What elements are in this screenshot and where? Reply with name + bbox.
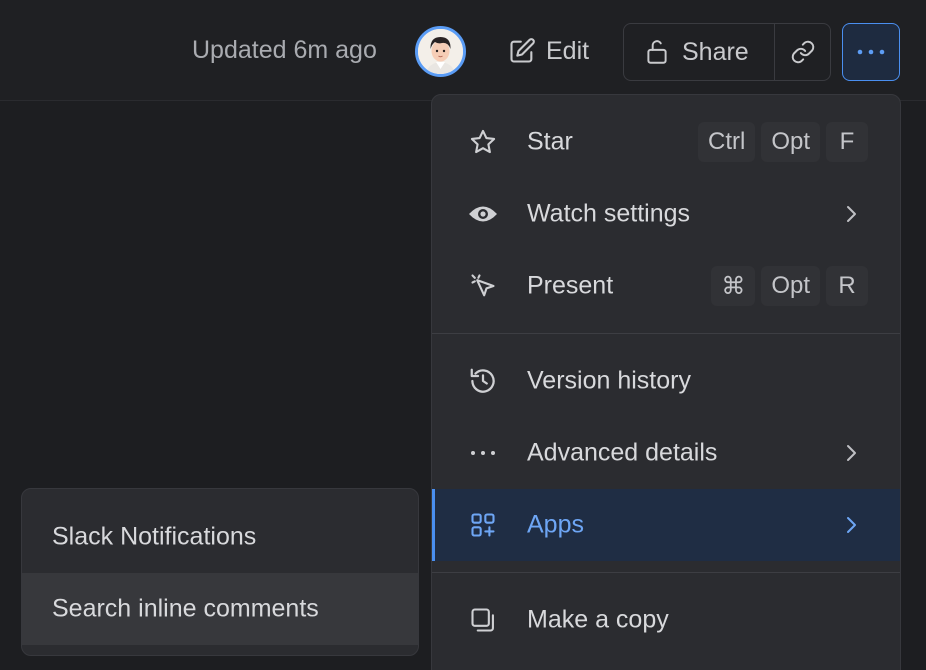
apps-submenu: Slack Notifications Search inline commen… [21,488,419,656]
page: Updated 6m ago Edit Share Star Ctrl Opt … [0,0,926,670]
shortcut-key: Opt [761,266,820,306]
shortcut-key: F [826,122,868,162]
chevron-right-icon [847,517,856,533]
menu-divider [432,333,900,334]
chevron-right-icon [847,206,856,222]
menu-item-advanced-details[interactable]: Advanced details [432,417,900,489]
menu-item-label: Present [527,271,614,300]
apps-icon [468,510,498,540]
share-label: Share [682,37,749,66]
menu-item-label: Advanced details [527,438,718,467]
menu-item-star[interactable]: Star Ctrl Opt F [432,106,900,178]
share-button[interactable]: Share [624,24,775,80]
star-icon [468,127,498,157]
submenu-item-label: Search inline comments [52,594,319,623]
menu-item-label: Star [527,127,573,156]
menu-item-present[interactable]: Present ⌘ Opt R [432,250,900,322]
shortcut-keys: Ctrl Opt F [697,122,868,162]
link-icon [791,40,814,64]
menu-item-make-a-copy[interactable]: Make a copy [432,584,900,656]
menu-item-label: Watch settings [527,199,691,228]
edit-button[interactable]: Edit [500,28,597,74]
menu-item-watch-settings[interactable]: Watch settings [432,178,900,250]
top-bar: Updated 6m ago Edit Share [0,0,926,101]
shortcut-key: Ctrl [697,122,756,162]
history-icon [468,366,498,396]
copy-link-button[interactable] [775,24,830,80]
menu-item-apps[interactable]: Apps [432,489,900,561]
menu-item-label: Version history [527,366,691,395]
updated-timestamp: Updated 6m ago [192,36,377,64]
submenu-item-slack-notifications[interactable]: Slack Notifications [22,501,418,573]
submenu-item-label: Slack Notifications [52,522,257,551]
menu-item-label: Apps [527,510,584,539]
pointer-icon [468,271,498,301]
submenu-item-search-inline-comments[interactable]: Search inline comments [22,573,418,645]
edit-label: Edit [546,36,590,65]
more-horizontal-icon [857,49,885,55]
active-indicator [432,489,435,561]
menu-divider [432,572,900,573]
shortcut-key: R [826,266,868,306]
shortcut-key: Opt [761,122,820,162]
lock-open-icon [647,40,667,64]
shortcut-keys: ⌘ Opt R [711,266,868,306]
share-group: Share [623,23,831,81]
edit-icon [510,38,535,63]
chevron-right-icon [847,445,856,461]
eye-icon [468,199,498,229]
more-options-button[interactable] [842,23,900,81]
more-options-menu: Star Ctrl Opt F Watch settings Present ⌘… [431,94,901,670]
menu-item-label: Make a copy [527,605,669,634]
copy-icon [468,605,498,635]
avatar[interactable] [415,26,466,77]
more-horizontal-icon [468,438,498,468]
shortcut-key: ⌘ [711,266,756,306]
menu-item-version-history[interactable]: Version history [432,345,900,417]
